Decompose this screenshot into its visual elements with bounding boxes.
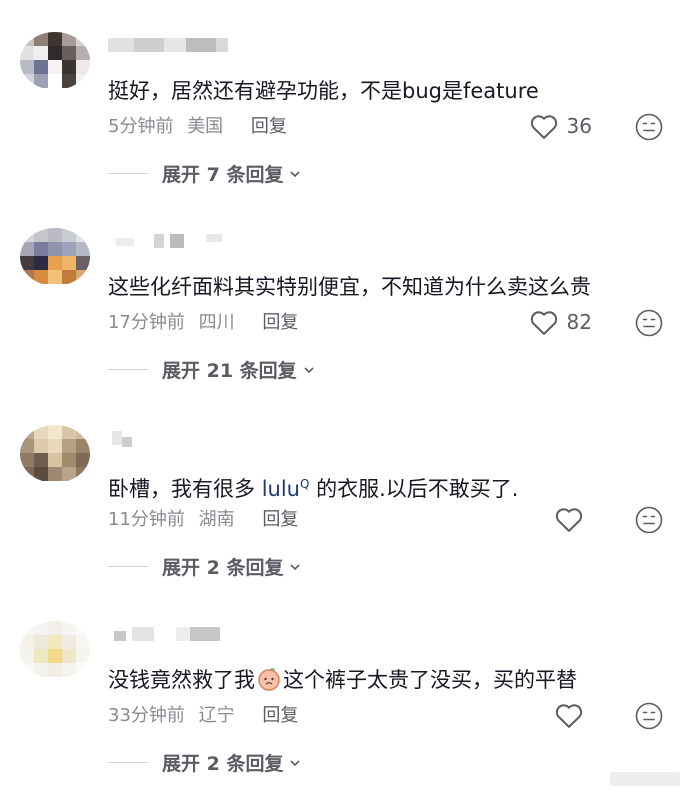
comment-time: 17分钟前 bbox=[108, 312, 185, 333]
divider bbox=[108, 369, 148, 370]
heart-outline-icon bbox=[555, 704, 583, 728]
expand-replies-button[interactable]: 展开 2 条回复 bbox=[108, 749, 301, 776]
expand-replies-button[interactable]: 展开 2 条回复 bbox=[108, 553, 301, 580]
comment-item: 挺好，居然还有避孕功能，不是bug是feature 5分钟前 美国 回复 36 … bbox=[0, 0, 690, 196]
comment-text-before: 卧槽，我有很多 bbox=[108, 477, 262, 501]
heart-outline-icon bbox=[530, 115, 557, 139]
heart-outline-icon bbox=[555, 508, 583, 532]
chevron-down-icon bbox=[290, 563, 301, 570]
comment-text-after: 的衣服.以后不敢买了. bbox=[309, 477, 519, 501]
like-button[interactable]: 82 bbox=[529, 308, 592, 336]
comment-text: 这些化纤面料其实特别便宜，不知道为什么卖这么贵 bbox=[108, 275, 591, 299]
chevron-down-icon bbox=[290, 170, 301, 177]
divider bbox=[108, 173, 148, 174]
comment-item: 这些化纤面料其实特别便宜，不知道为什么卖这么贵 17分钟前 四川 回复 82 展… bbox=[0, 196, 690, 392]
like-button[interactable]: 36 bbox=[529, 112, 592, 140]
peach-emoji-icon bbox=[258, 668, 280, 691]
comment-item: 没钱竟然救了我 这个裤子太贵了没买，买的平替 33分钟前 辽宁 回复 展开 2 … bbox=[0, 589, 690, 785]
comment-text: 卧槽，我有很多 luluQ 的衣服.以后不敢买了. bbox=[108, 469, 518, 504]
like-count: 36 bbox=[566, 114, 592, 138]
reply-button[interactable]: 回复 bbox=[262, 312, 298, 333]
expand-replies-label: 展开 7 条回复 bbox=[162, 164, 284, 186]
username-redacted[interactable] bbox=[108, 431, 228, 447]
comment-text: 没钱竟然救了我 这个裤子太贵了没买，买的平替 bbox=[108, 665, 577, 695]
expand-replies-label: 展开 2 条回复 bbox=[162, 557, 284, 579]
divider bbox=[108, 566, 148, 567]
comment-time: 33分钟前 bbox=[108, 705, 185, 726]
comment-text: 挺好，居然还有避孕功能，不是bug是feature bbox=[108, 79, 539, 103]
username-redacted[interactable] bbox=[108, 234, 228, 250]
chevron-down-icon bbox=[290, 759, 301, 766]
chevron-down-icon bbox=[304, 366, 314, 373]
expand-replies-button[interactable]: 展开 7 条回复 bbox=[108, 160, 301, 187]
avatar[interactable] bbox=[20, 621, 90, 679]
comment-meta: 17分钟前 四川 回复 bbox=[108, 308, 298, 334]
topic-link[interactable]: lulu bbox=[262, 477, 300, 501]
comment-meta: 5分钟前 美国 回复 bbox=[108, 112, 287, 138]
comment-meta: 33分钟前 辽宁 回复 bbox=[108, 701, 298, 727]
reply-button[interactable]: 回复 bbox=[262, 509, 298, 530]
username-redacted[interactable] bbox=[108, 38, 228, 54]
comment-location: 湖南 bbox=[198, 509, 235, 530]
divider bbox=[108, 762, 148, 763]
avatar[interactable] bbox=[20, 228, 90, 286]
comment-time: 11分钟前 bbox=[108, 509, 185, 530]
comment-text-before: 没钱竟然救了我 bbox=[108, 668, 255, 692]
like-count: 82 bbox=[566, 310, 592, 334]
neutral-face-icon[interactable] bbox=[634, 505, 664, 535]
comment-location: 四川 bbox=[198, 312, 235, 333]
like-button[interactable] bbox=[554, 505, 592, 533]
avatar[interactable] bbox=[20, 32, 90, 90]
avatar[interactable] bbox=[20, 425, 90, 483]
neutral-face-icon[interactable] bbox=[634, 112, 664, 142]
like-button[interactable] bbox=[554, 701, 592, 729]
neutral-face-icon[interactable] bbox=[634, 308, 664, 338]
neutral-face-icon[interactable] bbox=[634, 701, 664, 731]
watermark bbox=[610, 772, 680, 786]
reply-button[interactable]: 回复 bbox=[251, 116, 287, 137]
username-redacted[interactable] bbox=[108, 627, 228, 643]
comment-location: 辽宁 bbox=[198, 705, 235, 726]
reply-button[interactable]: 回复 bbox=[262, 705, 298, 726]
comment-time: 5分钟前 bbox=[108, 116, 174, 137]
expand-replies-label: 展开 21 条回复 bbox=[162, 360, 297, 382]
comment-text-after: 这个裤子太贵了没买，买的平替 bbox=[283, 668, 577, 692]
comment-location: 美国 bbox=[187, 116, 224, 137]
comment-meta: 11分钟前 湖南 回复 bbox=[108, 505, 298, 531]
comment-item: 卧槽，我有很多 luluQ 的衣服.以后不敢买了. 11分钟前 湖南 回复 展开… bbox=[0, 393, 690, 589]
heart-outline-icon bbox=[530, 311, 557, 335]
expand-replies-label: 展开 2 条回复 bbox=[162, 753, 284, 775]
expand-replies-button[interactable]: 展开 21 条回复 bbox=[108, 356, 315, 383]
